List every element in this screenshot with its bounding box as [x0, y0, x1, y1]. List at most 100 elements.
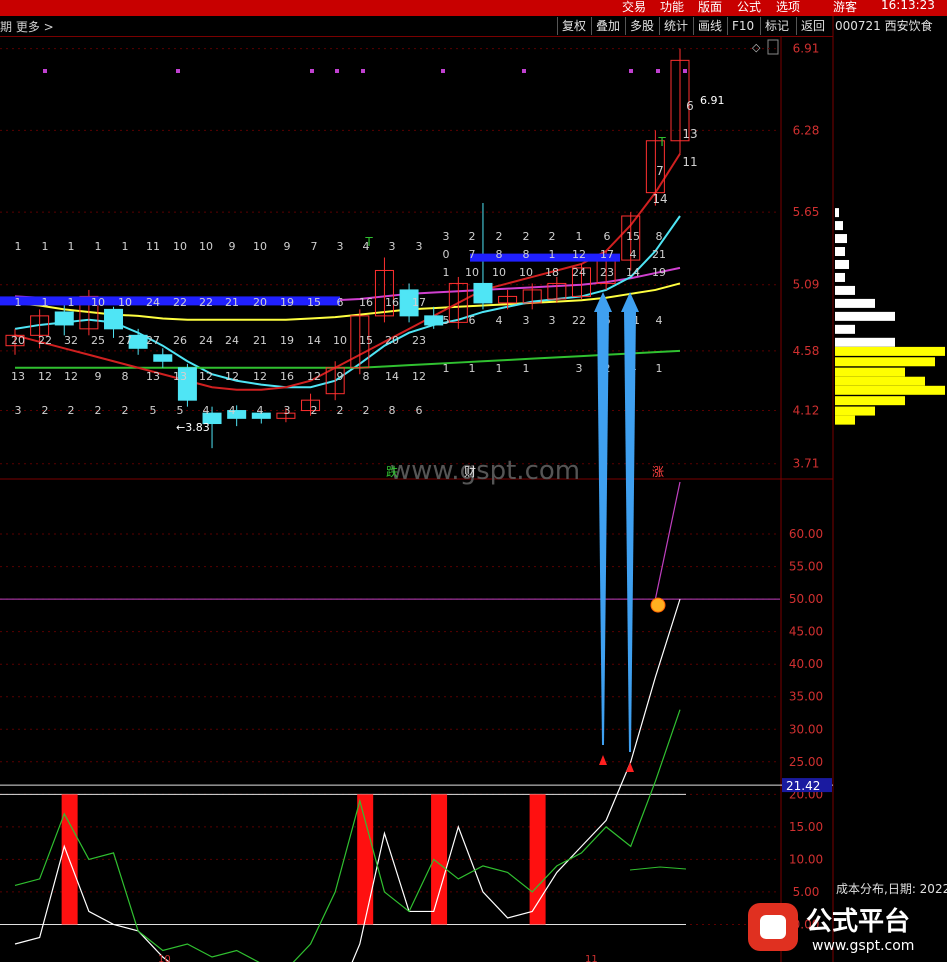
- indicator-tick-label: 15.00: [789, 820, 823, 834]
- profile-number: 1: [42, 296, 49, 309]
- profile-number: 12: [307, 370, 321, 383]
- profile-number: 19: [652, 266, 666, 279]
- logo-title: 公式平台: [806, 906, 910, 937]
- profile-number: 4: [203, 404, 210, 417]
- profile-number: 24: [572, 266, 586, 279]
- profile-number: 3: [416, 240, 423, 253]
- cost-bar: [835, 298, 875, 308]
- blue-arrow-head: [594, 292, 612, 312]
- profile-number: 13: [146, 370, 160, 383]
- profile-number: 15: [626, 230, 640, 243]
- indicator-line: [654, 481, 681, 600]
- profile-number: 0: [443, 248, 450, 261]
- cost-distribution-profile: 成本分布,日期: 2022: [835, 208, 947, 896]
- profile-number: 20: [11, 334, 25, 347]
- profile-number: 21: [225, 296, 239, 309]
- profile-number: 6: [416, 404, 423, 417]
- signal-dot: [656, 69, 660, 73]
- profile-number: 5: [177, 404, 184, 417]
- profile-number: 14: [385, 370, 399, 383]
- profile-number: 12: [38, 370, 52, 383]
- profile-number: 12: [412, 370, 426, 383]
- profile-number: 10: [492, 266, 506, 279]
- profile-number: 21: [652, 248, 666, 261]
- blue-arrow: [624, 310, 636, 752]
- gspt-logo: 公式平台www.gspt.com: [748, 903, 914, 954]
- profile-number: 2: [549, 230, 556, 243]
- profile-number: 4: [229, 404, 236, 417]
- cost-bar: [835, 346, 945, 356]
- indicator-series: [0, 481, 833, 962]
- profile-number: 1: [469, 362, 476, 375]
- cost-bar: [835, 285, 855, 295]
- profile-number: 2: [496, 230, 503, 243]
- profile-number: 3: [549, 314, 556, 327]
- red-up-arrow: [599, 755, 607, 765]
- profile-number: 7: [656, 164, 664, 178]
- price-tick-label: 5.09: [793, 278, 820, 292]
- profile-number: 10: [253, 240, 267, 253]
- date-tick: 10: [158, 954, 171, 962]
- profile-number: 2: [337, 404, 344, 417]
- profile-number: 1: [15, 296, 22, 309]
- profile-number: 8: [656, 230, 663, 243]
- red-up-arrow: [626, 762, 634, 772]
- cost-bar: [835, 396, 905, 406]
- profile-number: 22: [38, 334, 52, 347]
- profile-number: 24: [225, 334, 239, 347]
- profile-number: 14: [652, 192, 667, 206]
- profile-number: 12: [225, 370, 239, 383]
- profile-number: 10: [333, 334, 347, 347]
- cost-bar: [835, 234, 847, 244]
- profile-number: 7: [469, 248, 476, 261]
- profile-number: 1: [15, 240, 22, 253]
- profile-number: 27: [118, 334, 132, 347]
- profile-number: 27: [146, 334, 160, 347]
- profile-number: 11: [146, 240, 160, 253]
- profile-number: 2: [523, 230, 530, 243]
- profile-number: 3: [389, 240, 396, 253]
- profile-number: 32: [64, 334, 78, 347]
- chart-frame: [0, 16, 834, 962]
- profile-number: 14: [626, 266, 640, 279]
- price-tick-label: 6.91: [793, 42, 820, 56]
- cost-bar: [835, 337, 895, 347]
- signal-dot: [683, 69, 687, 73]
- logo-icon-inner: [760, 915, 786, 939]
- cost-distribution-label: 成本分布,日期: 2022: [836, 882, 947, 896]
- cost-bar: [835, 259, 849, 269]
- profile-number: 7: [311, 240, 318, 253]
- profile-number: 3: [284, 404, 291, 417]
- profile-number: 11: [682, 155, 697, 169]
- indicator-tick-label: 60.00: [789, 527, 823, 541]
- profile-number: 17: [412, 296, 426, 309]
- price-tick-label: 6.28: [793, 123, 820, 137]
- orange-marker: [650, 597, 666, 613]
- watermark-text: www.gspt.com: [390, 456, 580, 486]
- profile-number: 25: [91, 334, 105, 347]
- profile-number: 1: [68, 296, 75, 309]
- profile-number: 21: [253, 334, 267, 347]
- marker-finance: 财: [464, 465, 476, 479]
- profile-number: 15: [307, 296, 321, 309]
- cost-bar: [835, 385, 945, 395]
- profile-number: 9: [229, 240, 236, 253]
- profile-number: 8: [363, 370, 370, 383]
- signal-dot: [176, 69, 180, 73]
- indicator-tick-label: 30.00: [789, 722, 823, 736]
- cost-bar: [835, 367, 905, 377]
- profile-number: 19: [280, 296, 294, 309]
- profile-number: 12: [199, 370, 213, 383]
- chart-canvas[interactable]: 成本分布,日期: 2022 11201331122122113212211025…: [0, 0, 947, 962]
- profile-number: 6: [337, 296, 344, 309]
- candle-body: [424, 315, 444, 326]
- marker-drop: 跌: [386, 464, 398, 479]
- profile-number: 2: [42, 404, 49, 417]
- indicator-tick-label: 35.00: [789, 690, 823, 704]
- annotations: 6.91←3.83TTwww.gspt.com跌财涨公式平台www.gspt.c…: [43, 41, 914, 962]
- profile-number: 17: [600, 248, 614, 261]
- marker-rise: 涨: [652, 464, 664, 479]
- price-tick-label: 4.58: [793, 344, 820, 358]
- profile-number: 1: [656, 362, 663, 375]
- profile-number: 8: [523, 248, 530, 261]
